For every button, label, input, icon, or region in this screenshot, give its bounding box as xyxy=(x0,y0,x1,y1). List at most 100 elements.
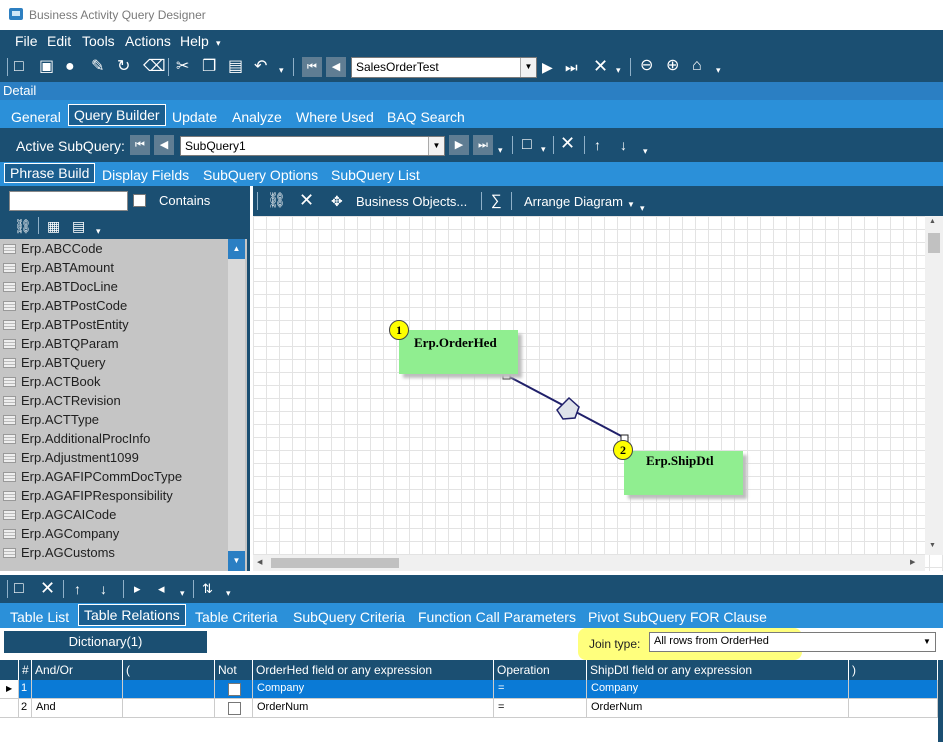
link-icon[interactable]: ⛓ xyxy=(267,193,286,209)
not-checkbox[interactable] xyxy=(228,683,241,696)
arrange-diagram-button[interactable]: Arrange Diagram xyxy=(524,194,623,209)
grid-header-left-field[interactable]: OrderHed field or any expression xyxy=(253,660,494,680)
menu-overflow-icon[interactable]: ▾ xyxy=(216,38,221,49)
move-up-icon[interactable]: ↑ xyxy=(74,581,81,597)
list-item[interactable]: Erp.AdditionalProcInfo xyxy=(0,429,228,448)
join-line[interactable] xyxy=(253,216,943,571)
list-item[interactable]: Erp.ABTDocLine xyxy=(0,277,228,296)
grid-cell-close-paren[interactable] xyxy=(849,699,938,718)
prev-subquery-icon[interactable]: ◀ xyxy=(154,135,174,155)
grid-cell-operation[interactable]: = xyxy=(494,680,587,699)
scroll-right-icon[interactable]: ▶ xyxy=(910,558,915,566)
scroll-up-icon[interactable]: ▲ xyxy=(929,218,936,225)
list-item[interactable]: Erp.ABCCode xyxy=(0,239,228,258)
copy-icon[interactable]: ❐ xyxy=(202,59,216,75)
delete-icon[interactable]: ✕ xyxy=(593,57,608,75)
list-item[interactable]: Erp.ABTPostCode xyxy=(0,296,228,315)
list-item[interactable]: Erp.AGAFIPCommDocType xyxy=(0,467,228,486)
scroll-up-icon[interactable]: ▲ xyxy=(228,239,245,259)
scroll-down-icon[interactable]: ▼ xyxy=(228,551,245,571)
toolbar-overflow-icon[interactable]: ▾ xyxy=(716,62,721,78)
undo-icon[interactable]: ↶ xyxy=(254,59,267,75)
next-subquery-icon[interactable]: ▶ xyxy=(449,135,469,155)
grid-cell-left-field[interactable]: Company xyxy=(253,680,494,699)
cut-icon[interactable]: ✂ xyxy=(176,59,189,75)
prev-record-icon[interactable]: ◀ xyxy=(326,57,346,77)
tab-function-call-parameters[interactable]: Function Call Parameters xyxy=(418,609,576,625)
diagram-vertical-scrollbar[interactable]: ▲ ▼ xyxy=(925,216,943,555)
grid-cell-left-field[interactable]: OrderNum xyxy=(253,699,494,718)
table-list-scrollbar[interactable]: ▲ ▼ xyxy=(228,239,245,571)
query-id-combo[interactable]: SalesOrderTest ▼ xyxy=(351,57,537,78)
menu-tools[interactable]: Tools xyxy=(82,33,115,49)
tab-table-relations[interactable]: Table Relations xyxy=(78,604,186,626)
last-record-icon[interactable]: ⏭ xyxy=(565,59,578,75)
business-objects-icon[interactable]: ✥ xyxy=(331,193,343,209)
clear-icon[interactable]: ⌫ xyxy=(143,59,166,75)
comment-icon[interactable]: ● xyxy=(65,59,75,75)
first-subquery-icon[interactable]: ⏮ xyxy=(130,135,150,155)
query-diagram-canvas[interactable]: Erp.OrderHed 1 Erp.ShipDtl 2 ▲ ▼ ◀ ▶ xyxy=(253,216,943,571)
delete-dropdown-icon[interactable]: ▾ xyxy=(616,62,621,78)
tab-baq-search[interactable]: BAQ Search xyxy=(387,109,465,125)
move-down-icon[interactable]: ↓ xyxy=(620,137,627,153)
scrollbar-thumb[interactable] xyxy=(928,233,940,253)
paste-icon[interactable]: ▤ xyxy=(228,59,243,75)
sum-icon[interactable]: ∑ xyxy=(491,193,502,209)
tab-phrase-build[interactable]: Phrase Build xyxy=(4,163,96,183)
grid-cell-num[interactable]: 1 xyxy=(19,680,32,699)
subquery-nav-overflow-icon[interactable]: ▾ xyxy=(498,142,503,158)
grid-cell-not[interactable] xyxy=(215,699,253,718)
tab-subquery-criteria[interactable]: SubQuery Criteria xyxy=(293,609,405,625)
grid-cell-open-paren[interactable] xyxy=(123,699,215,718)
scrollbar-thumb[interactable] xyxy=(271,558,399,568)
table-options-dropdown-icon[interactable]: ▾ xyxy=(96,223,101,239)
tab-pivot-subquery[interactable]: Pivot SubQuery FOR Clause xyxy=(588,609,767,625)
scroll-left-icon[interactable]: ◀ xyxy=(257,558,262,566)
subquery-combo[interactable]: SubQuery1 ▼ xyxy=(180,136,445,156)
grid-header-operation[interactable]: Operation xyxy=(494,660,587,680)
menu-help[interactable]: Help xyxy=(180,33,209,49)
delete-subquery-icon[interactable]: ✕ xyxy=(560,134,575,152)
grid-cell-close-paren[interactable] xyxy=(849,680,938,699)
grid-header-num[interactable]: # xyxy=(19,660,32,680)
menu-file[interactable]: File xyxy=(15,33,38,49)
join-type-select[interactable]: All rows from OrderHed ▼ xyxy=(649,632,936,652)
list-item[interactable]: Erp.ABTPostEntity xyxy=(0,315,228,334)
contains-checkbox[interactable] xyxy=(133,194,146,207)
diagram-horizontal-scrollbar[interactable]: ◀ ▶ xyxy=(253,555,925,571)
grid-cell-andor[interactable] xyxy=(32,680,123,699)
grid-cell-andor[interactable]: And xyxy=(32,699,123,718)
grid-cell-not[interactable] xyxy=(215,680,253,699)
refresh-icon[interactable]: ↻ xyxy=(117,59,130,75)
tab-analyze[interactable]: Analyze xyxy=(232,109,282,125)
business-objects-button[interactable]: Business Objects... xyxy=(356,194,467,209)
diagram-overflow-icon[interactable]: ▾ xyxy=(640,200,645,216)
list-item[interactable]: Erp.ACTRevision xyxy=(0,391,228,410)
indent-icon[interactable]: ▸ xyxy=(134,581,141,597)
last-subquery-icon[interactable]: ⏭ xyxy=(473,135,493,155)
row-selector[interactable] xyxy=(0,699,19,718)
chevron-down-icon[interactable]: ▼ xyxy=(428,137,444,155)
move-down-icon[interactable]: ↓ xyxy=(100,581,107,597)
save-icon[interactable]: ▣ xyxy=(39,59,54,75)
scroll-down-icon[interactable]: ▼ xyxy=(929,542,936,549)
delete-relation-icon[interactable]: ✕ xyxy=(40,579,55,597)
back-icon[interactable]: ⊖ xyxy=(640,58,653,74)
dictionary-button[interactable]: Dictionary(1) xyxy=(4,631,207,653)
list-item[interactable]: Erp.AGCompany xyxy=(0,524,228,543)
table-grid-icon[interactable]: ▦ xyxy=(47,218,60,234)
list-item[interactable]: Erp.AGAFIPResponsibility xyxy=(0,486,228,505)
sort-icon[interactable]: ⇅ xyxy=(202,581,213,597)
table-options-icon[interactable]: ▤ xyxy=(72,218,85,234)
grid-header-open-paren[interactable]: ( xyxy=(123,660,215,680)
grid-cell-open-paren[interactable] xyxy=(123,680,215,699)
tab-query-builder[interactable]: Query Builder xyxy=(68,104,166,126)
grid-header-not[interactable]: Not xyxy=(215,660,253,680)
outdent-icon[interactable]: ◂ xyxy=(158,581,165,597)
list-item[interactable]: Erp.ABTQParam xyxy=(0,334,228,353)
table-node-shipdtl[interactable]: Erp.ShipDtl xyxy=(624,451,743,495)
tab-subquery-options[interactable]: SubQuery Options xyxy=(203,167,318,183)
tab-update[interactable]: Update xyxy=(172,109,217,125)
new-subquery-dropdown-icon[interactable]: ▾ xyxy=(541,141,546,157)
